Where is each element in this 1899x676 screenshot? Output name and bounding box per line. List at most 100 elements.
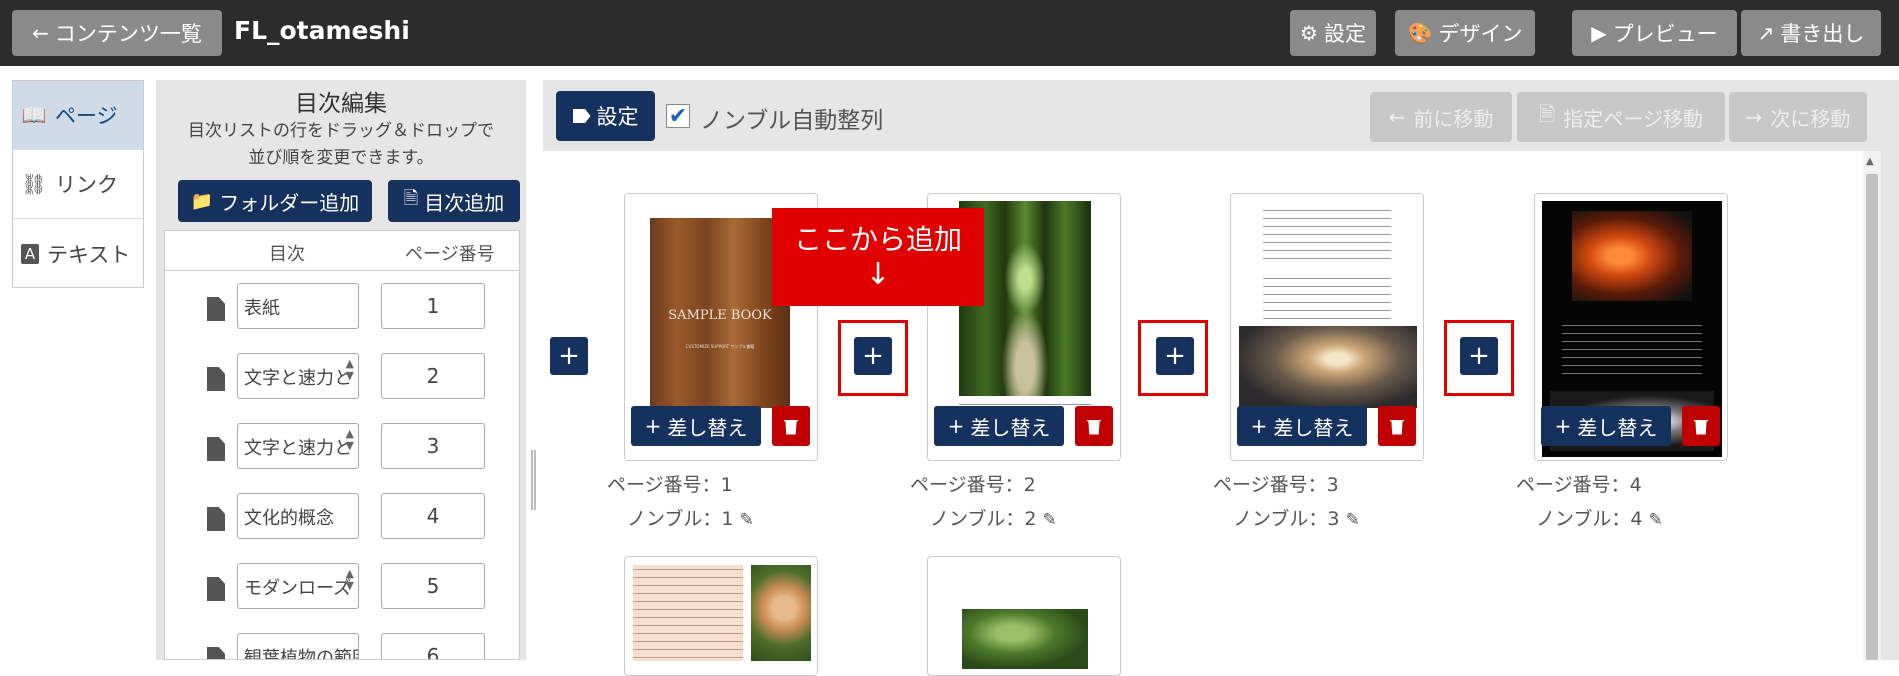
app-header: ← コンテンツ一覧 FL_otameshi ⚙ 設定 🎨 デザイン ▶ プレビュ… [0,0,1899,66]
move-next-button[interactable]: → 次に移動 [1729,92,1867,142]
toc-description: 目次リストの行をドラッグ＆ドロップで 並び順を変更できます。 [188,121,494,168]
document-icon: 🗎 [1539,102,1556,126]
toc-page-field[interactable]: 4 [381,493,485,539]
nombre-label: ノンブル：4 ✎ [1536,508,1663,530]
document-icon [207,507,225,531]
pencil-icon[interactable]: ✎ [1043,510,1057,530]
export-button[interactable]: ↗ 書き出し [1741,10,1881,56]
toc-name-field[interactable]: 文化的概念 [237,493,359,539]
add-page-button[interactable]: + [550,337,588,375]
toc-row[interactable]: モダンローズ ▲ ▼ 5 [165,563,519,623]
panel-resize-handle[interactable] [531,450,536,510]
page-number-label: ページ番号：1 [607,474,733,496]
document-icon [207,297,225,321]
gear-icon: ⚙ [1300,21,1318,45]
plus-icon: + [1250,414,1268,438]
page-card[interactable] [927,556,1121,676]
replace-page-button[interactable]: + 差し替え [1541,406,1671,446]
highlight-box [838,320,908,396]
document-icon [207,437,225,461]
page-card[interactable] [624,556,818,676]
replace-page-button[interactable]: + 差し替え [631,406,761,446]
tab-link[interactable]: ⛓ リンク [13,150,143,219]
page-text-block [1562,321,1702,381]
design-button[interactable]: 🎨 デザイン [1395,10,1535,56]
pencil-icon[interactable]: ✎ [1649,510,1663,530]
auto-nombre-checkbox[interactable]: ✔ [666,104,690,129]
add-folder-button[interactable]: 📁 フォルダー追加 [178,180,372,222]
move-prev-button[interactable]: ← 前に移動 [1370,92,1512,142]
tab-text[interactable]: A テキスト [13,219,143,288]
col-toc-header: 目次 [269,244,305,265]
delete-page-button[interactable] [1075,406,1113,446]
toc-page-field[interactable]: 3 [381,423,485,469]
toc-name-field[interactable]: モダンローズ ▲ ▼ [237,563,359,609]
toc-name-field[interactable]: 観葉植物の範囲 [237,633,359,659]
toc-name-field[interactable]: 表紙 [237,283,359,329]
page-settings-button[interactable]: 設定 [556,91,655,141]
page-text-block [633,565,743,661]
toc-page-field[interactable]: 6 [381,633,485,659]
scroll-up-arrow-icon[interactable]: ▲ [1866,156,1874,167]
arrow-left-icon: ← [32,21,49,45]
replace-page-button[interactable]: + 差し替え [934,406,1064,446]
delete-page-button[interactable] [1682,406,1720,446]
pencil-icon[interactable]: ✎ [740,510,754,530]
nombre-label: ノンブル：2 ✎ [930,508,1057,530]
book-icon: 📖 [21,103,47,127]
text-icon: A [21,243,39,264]
toc-list-header: 目次 ページ番号 [165,231,519,271]
toc-page-field[interactable]: 5 [381,563,485,609]
toc-page-field[interactable]: 1 [381,283,485,329]
delete-page-button[interactable] [1378,406,1416,446]
page-card[interactable]: + 差し替え [1534,193,1728,461]
preview-button[interactable]: ▶ プレビュー [1572,10,1737,56]
nombre-label: ノンブル：1 ✎ [627,508,754,530]
toc-row[interactable]: 観葉植物の範囲 6 [165,633,519,659]
document-icon [207,647,225,659]
trash-icon [1087,420,1101,435]
scrollbar-thumb[interactable] [1866,174,1878,660]
replace-page-button[interactable]: + 差し替え [1237,406,1367,446]
external-link-icon: ↗ [1757,21,1775,45]
toc-name-field[interactable]: 文字と速力と ▲ ▼ [237,423,359,469]
page-number-label: ページ番号：4 [1516,474,1642,496]
toc-editor-panel: 目次編集 目次リストの行をドラッグ＆ドロップで 並び順を変更できます。 📁 フォ… [156,80,526,660]
document-icon [207,367,225,391]
scroll-arrows-icon: ▲ ▼ [345,427,354,452]
document-icon [207,577,225,601]
trash-icon [1694,420,1708,435]
highlight-box [1138,320,1208,396]
pencil-icon[interactable]: ✎ [1346,510,1360,530]
page-number-label: ページ番号：2 [910,474,1036,496]
delete-page-button[interactable] [772,406,810,446]
toc-row[interactable]: 文字と速力と ▲ ▼ 2 [165,353,519,413]
toc-page-field[interactable]: 2 [381,353,485,399]
page-thumbnail [1239,326,1417,408]
trash-icon [1390,420,1404,435]
plus-icon: + [1554,414,1572,438]
play-circle-icon: ▶ [1591,21,1607,45]
plus-icon: + [947,414,965,438]
folder-plus-icon: 📁 [190,190,214,212]
arrow-left-icon: ← [1388,105,1406,129]
scroll-arrows-icon: ▲ ▼ [345,357,354,382]
tab-page[interactable]: 📖 ページ [13,81,143,150]
toc-row[interactable]: 文化的概念 4 [165,493,519,553]
header-settings-button[interactable]: ⚙ 設定 [1290,10,1376,56]
add-toc-button[interactable]: 🗎 目次追加 [388,180,520,222]
tag-icon [572,109,591,123]
back-to-contents-button[interactable]: ← コンテンツ一覧 [12,10,222,56]
highlight-box [1444,320,1514,396]
toc-name-field[interactable]: 文字と速力と ▲ ▼ [237,353,359,399]
page-card[interactable]: + 差し替え [1230,193,1424,461]
goto-page-button[interactable]: 🗎 指定ページ移動 [1517,92,1725,142]
link-icon: ⛓ [21,172,47,196]
toc-list: 目次 ページ番号 表紙 1 文字と速力と ▲ ▼ 2 文字と速力と ▲ ▼ 3 文化的概… [164,230,520,660]
toc-row[interactable]: 表紙 1 [165,283,519,343]
cover-title: SAMPLE BOOK [668,308,772,323]
callout-annotation: ここから追加 ↓ [772,208,984,306]
toc-row[interactable]: 文字と速力と ▲ ▼ 3 [165,423,519,483]
page-text-block [1263,206,1391,266]
page-thumbnail: SAMPLE BOOK CUSTOMIZE SUPPORT サンプル書籍 [650,218,790,408]
